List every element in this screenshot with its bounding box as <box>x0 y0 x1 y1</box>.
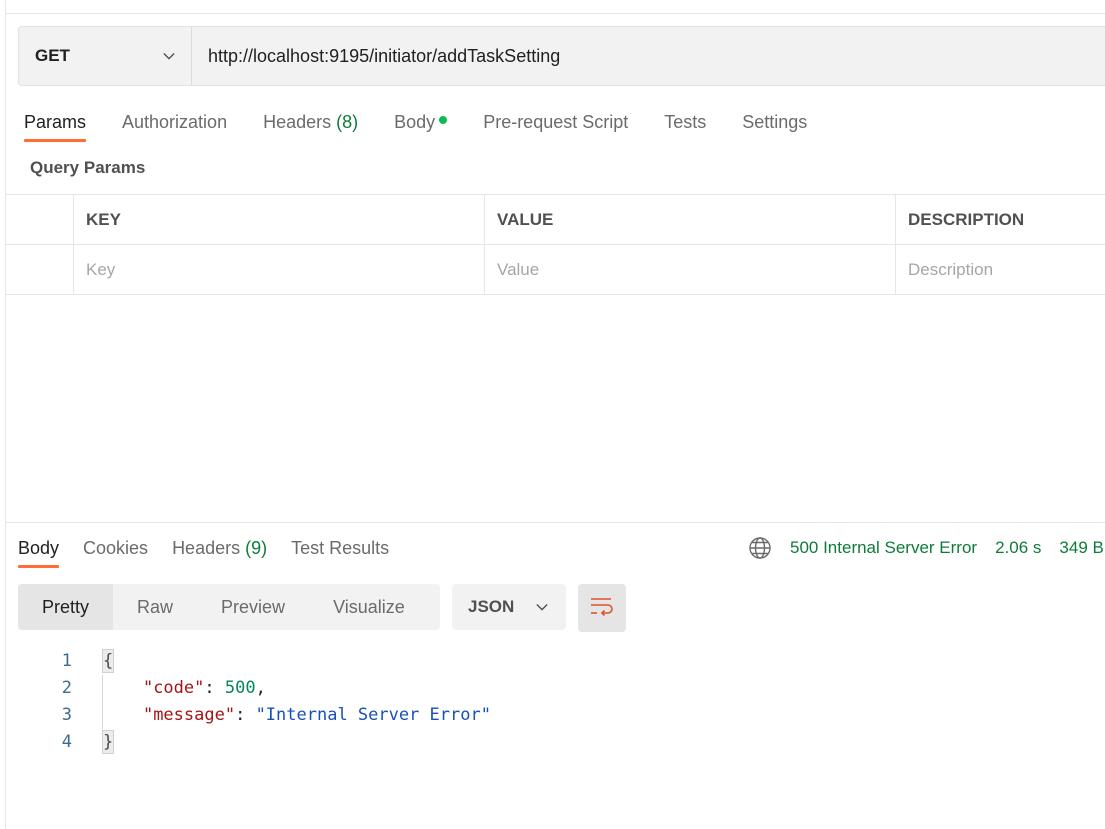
code-line: 4} <box>40 729 491 756</box>
tab-tests[interactable]: Tests <box>664 108 706 144</box>
tab-label: Authorization <box>122 112 228 132</box>
format-raw[interactable]: Raw <box>113 584 197 630</box>
json-key: "message" <box>142 705 236 725</box>
column-header-value: VALUE <box>485 195 896 244</box>
params-table: KEY VALUE DESCRIPTION Key Value Descript… <box>5 194 1105 295</box>
tab-label: Headers <box>263 112 332 132</box>
method-label: GET <box>35 46 70 65</box>
response-size[interactable]: 349 B <box>1059 538 1103 558</box>
open-brace: { <box>102 649 115 673</box>
tab-label: Body <box>394 112 436 132</box>
left-border <box>5 0 6 829</box>
tab-body[interactable]: Body <box>394 108 448 144</box>
tab-label: Settings <box>742 112 808 132</box>
format-pretty[interactable]: Pretty <box>18 584 114 630</box>
tab-params[interactable]: Params <box>24 108 87 144</box>
tab-label: Params <box>24 112 87 132</box>
globe-icon[interactable] <box>748 536 772 560</box>
url-input[interactable]: http://localhost:9195/initiator/addTaskS… <box>192 46 560 67</box>
tab-response-body[interactable]: Body <box>18 534 60 570</box>
language-select[interactable]: JSON <box>452 584 566 630</box>
row-checkbox-cell <box>5 245 74 294</box>
checkbox-column-header <box>5 195 74 244</box>
line-number: 3 <box>61 705 72 725</box>
tab-settings[interactable]: Settings <box>742 108 807 144</box>
code-line: 1{ <box>40 648 491 675</box>
table-row: Key Value Description <box>5 245 1105 295</box>
json-key: "code" <box>142 678 205 698</box>
response-headers-count: (9) <box>245 538 268 558</box>
column-header-description: DESCRIPTION <box>908 209 1025 229</box>
status-code[interactable]: 500 Internal Server Error <box>790 538 977 558</box>
format-preview[interactable]: Preview <box>197 584 309 630</box>
tab-label: Pre-request Script <box>483 112 629 132</box>
response-status-bar: 500 Internal Server Error 2.06 s 349 B <box>748 536 1105 560</box>
tab-cookies[interactable]: Cookies <box>83 534 148 570</box>
tab-label: Headers <box>172 538 241 558</box>
tab-headers[interactable]: Headers (8) <box>263 108 358 144</box>
text-wrap-button[interactable] <box>578 584 626 632</box>
tab-authorization[interactable]: Authorization <box>122 108 227 144</box>
table-header-row: KEY VALUE DESCRIPTION <box>5 195 1105 245</box>
line-number: 4 <box>61 732 72 752</box>
tab-response-headers[interactable]: Headers (9) <box>172 534 267 570</box>
value-input[interactable]: Value <box>485 245 896 294</box>
top-divider <box>5 13 1105 14</box>
text-wrap-icon <box>589 595 615 622</box>
key-input[interactable]: Key <box>74 245 485 294</box>
tab-label: Body <box>18 538 60 558</box>
format-segmented-control: Pretty Raw Preview Visualize <box>18 584 440 630</box>
request-tabs: Params Authorization Headers (8) Body Pr… <box>24 108 843 148</box>
tab-pre-request-script[interactable]: Pre-request Script <box>483 108 628 144</box>
line-number: 1 <box>61 651 72 671</box>
query-params-title: Query Params <box>30 158 146 177</box>
close-brace: } <box>102 730 115 754</box>
chevron-down-icon <box>536 601 548 613</box>
body-indicator-dot <box>439 116 448 124</box>
response-tabs: Body Cookies Headers (9) Test Results <box>18 534 413 574</box>
response-divider[interactable] <box>5 522 1105 523</box>
url-bar: GET http://localhost:9195/initiator/addT… <box>18 26 1105 86</box>
method-select[interactable]: GET <box>19 27 192 85</box>
headers-count: (8) <box>336 112 359 132</box>
chevron-down-icon <box>163 50 175 62</box>
code-line: 3 "message": "Internal Server Error" <box>40 702 491 729</box>
response-time[interactable]: 2.06 s <box>995 538 1041 558</box>
tab-label: Tests <box>664 112 707 132</box>
format-visualize[interactable]: Visualize <box>309 584 429 630</box>
json-number: 500 <box>224 678 256 698</box>
tab-test-results[interactable]: Test Results <box>291 534 389 570</box>
tab-label: Cookies <box>83 538 149 558</box>
json-string: "Internal Server Error" <box>255 705 491 725</box>
line-number: 2 <box>61 678 72 698</box>
column-header-key: KEY <box>74 195 485 244</box>
tab-label: Test Results <box>291 538 390 558</box>
description-input[interactable]: Description <box>896 245 1105 294</box>
response-body-viewer[interactable]: 1{ 2 "code": 500, 3 "message": "Internal… <box>40 648 491 756</box>
language-label: JSON <box>468 597 515 616</box>
code-line: 2 "code": 500, <box>40 675 491 702</box>
